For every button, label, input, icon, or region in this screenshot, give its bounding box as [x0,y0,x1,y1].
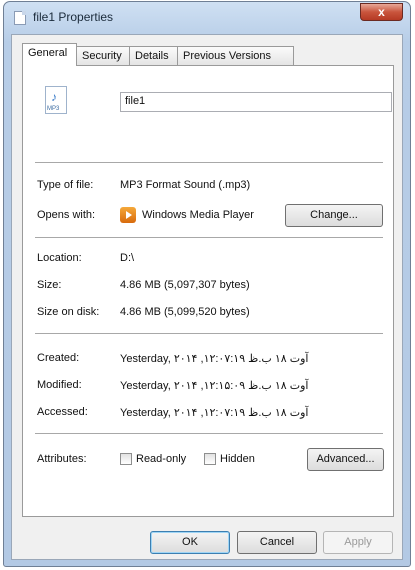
modified-label: Modified: [37,379,82,391]
opens-with-label: Opens with: [37,209,96,221]
type-label: Type of file: [37,179,94,191]
hidden-checkbox[interactable] [204,453,216,465]
file-icon [14,11,26,25]
accessed-label: Accessed: [37,406,88,418]
cancel-button[interactable]: Cancel [237,531,317,554]
change-button[interactable]: Change... [285,204,383,227]
read-only-label[interactable]: Read-only [136,453,186,465]
windows-media-player-icon [120,207,136,223]
general-panel: ♪ MP3 file1 Type of file: MP3 Format Sou… [22,65,394,517]
size-label: Size: [37,279,62,291]
title-bar[interactable]: file1 Properties x [4,2,410,32]
window-title: file1 Properties [33,10,114,24]
advanced-button[interactable]: Advanced... [307,448,384,471]
location-value: D:\ [120,252,135,264]
accessed-value: Yesterday, ۲۰۱۴ ,آوت ۱۸ ب.ظ ۱۲:۰۷:۱۹ [120,407,309,419]
ok-button[interactable]: OK [150,531,230,554]
opens-with-value: Windows Media Player [142,209,254,221]
hidden-label[interactable]: Hidden [220,453,255,465]
created-value: Yesterday, ۲۰۱۴ ,آوت ۱۸ ب.ظ ۱۲:۰۷:۱۹ [120,353,309,365]
mp3-file-icon: ♪ MP3 [45,86,67,114]
divider [35,433,383,434]
type-value: MP3 Format Sound (.mp3) [120,179,251,191]
apply-button[interactable]: Apply [323,531,393,554]
properties-window: file1 Properties x General Security Deta… [3,1,411,567]
divider [35,237,383,238]
modified-value: Yesterday, ۲۰۱۴ ,آوت ۱۸ ب.ظ ۱۲:۱۵:۰۹ [120,380,309,392]
file-name-field[interactable]: file1 [120,92,392,112]
read-only-checkbox[interactable] [120,453,132,465]
tab-security[interactable]: Security [76,46,130,65]
location-label: Location: [37,252,82,264]
divider [35,162,383,163]
dialog-client: General Security Details Previous Versio… [11,34,403,560]
attributes-label: Attributes: [37,453,87,465]
tab-previous-versions[interactable]: Previous Versions [177,46,294,65]
tab-general[interactable]: General [22,43,77,66]
size-on-disk-value: 4.86 MB (5,099,520 bytes) [120,306,250,318]
size-on-disk-label: Size on disk: [37,306,100,318]
tab-details[interactable]: Details [129,46,178,65]
music-note-icon: ♪ [51,90,57,104]
created-label: Created: [37,352,80,364]
size-value: 4.86 MB (5,097,307 bytes) [120,279,250,291]
close-button[interactable]: x [360,3,403,21]
divider [35,333,383,334]
